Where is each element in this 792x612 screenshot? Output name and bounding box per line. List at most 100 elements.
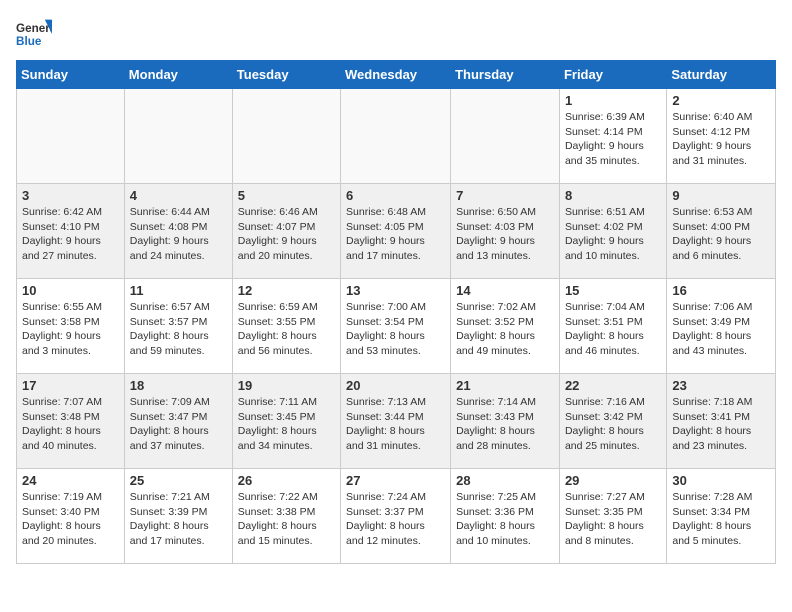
day-info: Sunrise: 6:44 AM Sunset: 4:08 PM Dayligh… xyxy=(130,205,227,264)
day-info: Sunrise: 7:11 AM Sunset: 3:45 PM Dayligh… xyxy=(238,395,335,454)
svg-text:Blue: Blue xyxy=(16,35,42,48)
day-info: Sunrise: 6:57 AM Sunset: 3:57 PM Dayligh… xyxy=(130,300,227,359)
calendar-cell: 15 Sunrise: 7:04 AM Sunset: 3:51 PM Dayli… xyxy=(559,279,666,374)
day-info: Sunrise: 7:00 AM Sunset: 3:54 PM Dayligh… xyxy=(346,300,445,359)
calendar-cell: 6 Sunrise: 6:48 AM Sunset: 4:05 PM Daylig… xyxy=(341,184,451,279)
day-number: 17 xyxy=(22,378,119,393)
calendar-week-row: 10Sunrise: 6:55 AM Sunset: 3:58 PM Dayli… xyxy=(17,279,776,374)
day-number: 24 xyxy=(22,473,119,488)
day-header-friday: Friday xyxy=(559,61,666,89)
calendar-cell: 30 Sunrise: 7:28 AM Sunset: 3:34 PM Dayli… xyxy=(667,469,776,564)
calendar-cell: 23 Sunrise: 7:18 AM Sunset: 3:41 PM Dayli… xyxy=(667,374,776,469)
day-info: Sunrise: 7:24 AM Sunset: 3:37 PM Dayligh… xyxy=(346,490,445,549)
calendar-cell: 7Sunrise: 6:50 AM Sunset: 4:03 PM Daylig… xyxy=(451,184,560,279)
day-info: Sunrise: 7:13 AM Sunset: 3:44 PM Dayligh… xyxy=(346,395,445,454)
day-info: Sunrise: 6:39 AM Sunset: 4:14 PM Dayligh… xyxy=(565,110,661,169)
calendar-cell: 4Sunrise: 6:44 AM Sunset: 4:08 PM Daylig… xyxy=(124,184,232,279)
day-info: Sunrise: 7:04 AM Sunset: 3:51 PM Dayligh… xyxy=(565,300,661,359)
calendar-cell: 28 Sunrise: 7:25 AM Sunset: 3:36 PM Dayli… xyxy=(451,469,560,564)
calendar-cell xyxy=(124,89,232,184)
calendar-cell: 22 Sunrise: 7:16 AM Sunset: 3:42 PM Dayli… xyxy=(559,374,666,469)
day-info: Sunrise: 7:19 AM Sunset: 3:40 PM Dayligh… xyxy=(22,490,119,549)
day-info: Sunrise: 6:40 AM Sunset: 4:12 PM Dayligh… xyxy=(672,110,770,169)
day-header-thursday: Thursday xyxy=(451,61,560,89)
day-number: 10 xyxy=(22,283,119,298)
calendar-week-row: 3Sunrise: 6:42 AM Sunset: 4:10 PM Daylig… xyxy=(17,184,776,279)
calendar-cell: 25 Sunrise: 7:21 AM Sunset: 3:39 PM Dayli… xyxy=(124,469,232,564)
day-number: 1 xyxy=(565,93,661,108)
calendar-week-row: 17 Sunrise: 7:07 AM Sunset: 3:48 PM Dayli… xyxy=(17,374,776,469)
day-info: Sunrise: 7:22 AM Sunset: 3:38 PM Dayligh… xyxy=(238,490,335,549)
calendar-cell: 8Sunrise: 6:51 AM Sunset: 4:02 PM Daylig… xyxy=(559,184,666,279)
day-info: Sunrise: 7:07 AM Sunset: 3:48 PM Dayligh… xyxy=(22,395,119,454)
calendar-cell: 20 Sunrise: 7:13 AM Sunset: 3:44 PM Dayli… xyxy=(341,374,451,469)
calendar-cell: 5 Sunrise: 6:46 AM Sunset: 4:07 PM Daylig… xyxy=(232,184,340,279)
day-number: 15 xyxy=(565,283,661,298)
day-number: 20 xyxy=(346,378,445,393)
day-number: 13 xyxy=(346,283,445,298)
day-info: Sunrise: 6:48 AM Sunset: 4:05 PM Dayligh… xyxy=(346,205,445,264)
day-number: 6 xyxy=(346,188,445,203)
day-header-wednesday: Wednesday xyxy=(341,61,451,89)
calendar-cell: 9 Sunrise: 6:53 AM Sunset: 4:00 PM Daylig… xyxy=(667,184,776,279)
day-number: 19 xyxy=(238,378,335,393)
calendar-cell: 10Sunrise: 6:55 AM Sunset: 3:58 PM Dayli… xyxy=(17,279,125,374)
calendar-cell xyxy=(232,89,340,184)
day-number: 26 xyxy=(238,473,335,488)
calendar-cell: 13 Sunrise: 7:00 AM Sunset: 3:54 PM Dayli… xyxy=(341,279,451,374)
calendar-header-row: SundayMondayTuesdayWednesdayThursdayFrid… xyxy=(17,61,776,89)
day-header-saturday: Saturday xyxy=(667,61,776,89)
day-number: 28 xyxy=(456,473,554,488)
day-info: Sunrise: 6:46 AM Sunset: 4:07 PM Dayligh… xyxy=(238,205,335,264)
day-number: 29 xyxy=(565,473,661,488)
day-number: 23 xyxy=(672,378,770,393)
calendar-cell: 18Sunrise: 7:09 AM Sunset: 3:47 PM Dayli… xyxy=(124,374,232,469)
calendar-cell xyxy=(341,89,451,184)
calendar-cell: 11 Sunrise: 6:57 AM Sunset: 3:57 PM Dayli… xyxy=(124,279,232,374)
day-number: 14 xyxy=(456,283,554,298)
day-number: 12 xyxy=(238,283,335,298)
day-number: 30 xyxy=(672,473,770,488)
day-info: Sunrise: 7:09 AM Sunset: 3:47 PM Dayligh… xyxy=(130,395,227,454)
calendar-week-row: 24 Sunrise: 7:19 AM Sunset: 3:40 PM Dayli… xyxy=(17,469,776,564)
calendar-cell: 24 Sunrise: 7:19 AM Sunset: 3:40 PM Dayli… xyxy=(17,469,125,564)
day-info: Sunrise: 7:28 AM Sunset: 3:34 PM Dayligh… xyxy=(672,490,770,549)
day-number: 5 xyxy=(238,188,335,203)
day-number: 25 xyxy=(130,473,227,488)
day-info: Sunrise: 6:51 AM Sunset: 4:02 PM Dayligh… xyxy=(565,205,661,264)
day-number: 7 xyxy=(456,188,554,203)
calendar: SundayMondayTuesdayWednesdayThursdayFrid… xyxy=(16,60,776,564)
calendar-cell: 21 Sunrise: 7:14 AM Sunset: 3:43 PM Dayli… xyxy=(451,374,560,469)
calendar-cell: 17 Sunrise: 7:07 AM Sunset: 3:48 PM Dayli… xyxy=(17,374,125,469)
calendar-cell: 14 Sunrise: 7:02 AM Sunset: 3:52 PM Dayli… xyxy=(451,279,560,374)
day-info: Sunrise: 7:25 AM Sunset: 3:36 PM Dayligh… xyxy=(456,490,554,549)
calendar-cell: 29 Sunrise: 7:27 AM Sunset: 3:35 PM Dayli… xyxy=(559,469,666,564)
day-info: Sunrise: 7:27 AM Sunset: 3:35 PM Dayligh… xyxy=(565,490,661,549)
day-info: Sunrise: 7:18 AM Sunset: 3:41 PM Dayligh… xyxy=(672,395,770,454)
logo: General Blue xyxy=(16,16,52,52)
day-info: Sunrise: 7:14 AM Sunset: 3:43 PM Dayligh… xyxy=(456,395,554,454)
day-number: 16 xyxy=(672,283,770,298)
day-number: 11 xyxy=(130,283,227,298)
calendar-cell: 12Sunrise: 6:59 AM Sunset: 3:55 PM Dayli… xyxy=(232,279,340,374)
day-info: Sunrise: 7:16 AM Sunset: 3:42 PM Dayligh… xyxy=(565,395,661,454)
day-info: Sunrise: 6:42 AM Sunset: 4:10 PM Dayligh… xyxy=(22,205,119,264)
calendar-cell xyxy=(17,89,125,184)
day-info: Sunrise: 7:21 AM Sunset: 3:39 PM Dayligh… xyxy=(130,490,227,549)
day-info: Sunrise: 7:06 AM Sunset: 3:49 PM Dayligh… xyxy=(672,300,770,359)
logo-icon: General Blue xyxy=(16,16,52,52)
day-info: Sunrise: 7:02 AM Sunset: 3:52 PM Dayligh… xyxy=(456,300,554,359)
day-info: Sunrise: 6:53 AM Sunset: 4:00 PM Dayligh… xyxy=(672,205,770,264)
day-number: 27 xyxy=(346,473,445,488)
day-number: 9 xyxy=(672,188,770,203)
day-header-monday: Monday xyxy=(124,61,232,89)
header: General Blue xyxy=(16,16,776,52)
day-number: 22 xyxy=(565,378,661,393)
day-header-tuesday: Tuesday xyxy=(232,61,340,89)
calendar-cell: 2 Sunrise: 6:40 AM Sunset: 4:12 PM Daylig… xyxy=(667,89,776,184)
day-header-sunday: Sunday xyxy=(17,61,125,89)
calendar-cell: 3Sunrise: 6:42 AM Sunset: 4:10 PM Daylig… xyxy=(17,184,125,279)
calendar-week-row: 1 Sunrise: 6:39 AM Sunset: 4:14 PM Daylig… xyxy=(17,89,776,184)
day-number: 21 xyxy=(456,378,554,393)
day-number: 2 xyxy=(672,93,770,108)
